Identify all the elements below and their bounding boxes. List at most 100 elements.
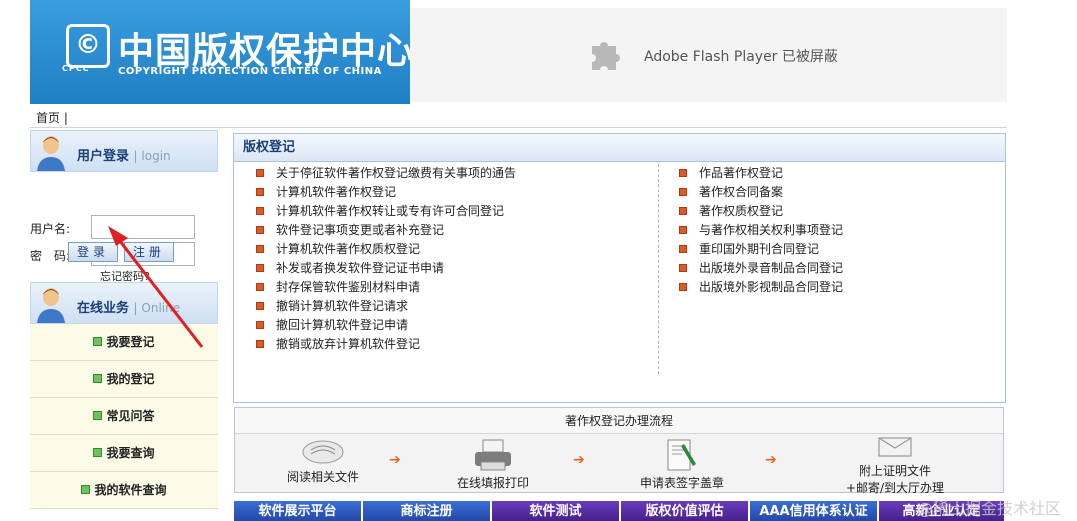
link-item[interactable]: 计算机软件著作权转让或专有许可合同登记 (256, 202, 656, 221)
red-bullet-icon (256, 187, 264, 196)
online-item-label: 我的登记 (106, 372, 155, 386)
link-item[interactable]: 撤销计算机软件登记请求 (256, 297, 656, 316)
online-item-faq[interactable]: 常见问答 (30, 398, 218, 435)
online-title-text: 在线业务 (77, 301, 130, 316)
red-bullet-icon (679, 168, 687, 177)
software-registration-links: 关于停征软件著作权登记缴费有关事项的通告 计算机软件著作权登记 计算机软件著作权… (256, 164, 656, 354)
link-label: 与著作权相关权利事项登记 (699, 223, 844, 237)
step-read-documents: 阅读相关文件 (273, 438, 373, 485)
red-bullet-icon (256, 168, 264, 177)
work-registration-links: 作品著作权登记 著作权合同备案 著作权质权登记 与著作权相关权利事项登记 重印国… (679, 164, 999, 297)
link-label: 著作权合同备案 (699, 185, 784, 199)
online-services-list: 我要登记 我的登记 常见问答 我要查询 我的软件查询 (30, 324, 218, 509)
link-item[interactable]: 著作权质权登记 (679, 202, 999, 221)
login-panel-header: 用户登录 | login (30, 130, 218, 172)
online-item-label: 我的软件查询 (94, 483, 167, 497)
link-item[interactable]: 补发或者换发软件登记证书申请 (256, 259, 656, 278)
link-item[interactable]: 关于停征软件著作权登记缴费有关事项的通告 (256, 164, 656, 183)
link-label: 重印国外期刊合同登记 (699, 242, 820, 256)
step-label: 附上证明文件 (858, 464, 931, 478)
process-title: 著作权登记办理流程 (235, 408, 1003, 434)
breadcrumb: 首页 | (30, 108, 1007, 128)
online-item-query[interactable]: 我要查询 (30, 435, 218, 472)
link-item[interactable]: 计算机软件著作权登记 (256, 183, 656, 202)
registration-process: 著作权登记办理流程 阅读相关文件 ➔ 在线填报打印 ➔ 申请表签字盖章 ➔ 附上… (234, 407, 1004, 496)
link-item[interactable]: 撤销或放弃计算机软件登记 (256, 335, 656, 354)
banner-copyright-valuation[interactable]: 版权价值评估 (621, 501, 748, 521)
login-button[interactable]: 登录 (68, 242, 119, 262)
username-input[interactable] (91, 215, 195, 239)
online-item-register[interactable]: 我要登记 (30, 324, 218, 361)
link-label: 计算机软件著作权登记 (276, 185, 397, 199)
red-bullet-icon (256, 225, 264, 234)
logo-abbrev: CPCC (62, 64, 90, 73)
online-item-software-query[interactable]: 我的软件查询 (30, 472, 218, 509)
link-item[interactable]: 软件登记事项变更或者补充登记 (256, 221, 656, 240)
link-item[interactable]: 封存保管软件鉴别材料申请 (256, 278, 656, 297)
link-label: 补发或者换发软件登记证书申请 (276, 261, 445, 275)
green-bullet-icon (93, 374, 103, 383)
arrow-right-icon: ➔ (765, 452, 777, 468)
link-item[interactable]: 出版境外录音制品合同登记 (679, 259, 999, 278)
red-bullet-icon (256, 320, 264, 329)
arrow-right-icon: ➔ (389, 452, 401, 468)
plugin-puzzle-icon (592, 42, 620, 70)
user-avatar-icon (37, 136, 65, 171)
online-panel-title: 在线业务 | Online (77, 297, 180, 316)
envelope-icon (878, 437, 912, 457)
red-bullet-icon (256, 301, 264, 310)
link-item[interactable]: 出版境外影视制品合同登记 (679, 278, 999, 297)
flash-placeholder[interactable]: Adobe Flash Player 已被屏蔽 (410, 8, 1007, 102)
breadcrumb-home-link[interactable]: 首页 (36, 111, 60, 125)
link-item[interactable]: 著作权合同备案 (679, 183, 999, 202)
user-avatar-icon (37, 288, 65, 323)
registration-title: 版权登记 (234, 134, 1005, 162)
link-label: 出版境外录音制品合同登记 (699, 261, 844, 275)
password-label: 密 码: (30, 249, 71, 263)
login-panel-title: 用户登录 | login (77, 145, 171, 164)
red-bullet-icon (256, 206, 264, 215)
copyright-icon: © (66, 24, 110, 68)
banner-aaa-credit[interactable]: AAA信用体系认证 (750, 501, 877, 521)
link-item[interactable]: 与著作权相关权利事项登记 (679, 221, 999, 240)
red-bullet-icon (256, 282, 264, 291)
online-item-my-registrations[interactable]: 我的登记 (30, 361, 218, 398)
link-label: 出版境外影视制品合同登记 (699, 280, 844, 294)
red-bullet-icon (679, 263, 687, 272)
link-label: 撤回计算机软件登记申请 (276, 318, 409, 332)
red-bullet-icon (679, 225, 687, 234)
link-item[interactable]: 重印国外期刊合同登记 (679, 240, 999, 259)
banner-software-showcase[interactable]: 软件展示平台 (234, 501, 361, 521)
red-bullet-icon (679, 244, 687, 253)
login-subtitle: | login (133, 149, 171, 163)
site-logo[interactable]: © CPCC 中国版权保护中心 COPYRIGHT PROTECTION CEN… (30, 0, 413, 104)
link-item[interactable]: 计算机软件著作权质权登记 (256, 240, 656, 259)
login-title-text: 用户登录 (77, 149, 130, 164)
documents-icon (302, 440, 344, 464)
link-item[interactable]: 作品著作权登记 (679, 164, 999, 183)
link-item[interactable]: 撤回计算机软件登记申请 (256, 316, 656, 335)
link-label: 关于停征软件著作权登记缴费有关事项的通告 (276, 166, 517, 180)
copyright-registration-box: 版权登记 关于停征软件著作权登记缴费有关事项的通告 计算机软件著作权登记 计算机… (233, 133, 1006, 403)
red-bullet-icon (679, 206, 687, 215)
red-bullet-icon (679, 187, 687, 196)
register-button[interactable]: 注册 (123, 242, 174, 262)
link-label: 撤销或放弃计算机软件登记 (276, 337, 421, 351)
step-attach-mail: 附上证明文件 +邮寄/到大厅办理 (835, 434, 955, 496)
banner-trademark[interactable]: 商标注册 (363, 501, 490, 521)
link-label: 计算机软件著作权质权登记 (276, 242, 421, 256)
banner-software-testing[interactable]: 软件测试 (492, 501, 619, 521)
green-bullet-icon (81, 485, 91, 494)
online-item-label: 我要查询 (106, 446, 155, 460)
red-bullet-icon (679, 282, 687, 291)
online-services-panel: 在线业务 | Online 我要登记 我的登记 常见问答 我要查询 我的软件查询 (30, 282, 218, 509)
printer-icon (475, 439, 511, 471)
step-fill-print: 在线填报打印 (443, 438, 543, 491)
sign-document-icon (667, 439, 696, 471)
service-banners: 软件展示平台 商标注册 软件测试 版权价值评估 AAA信用体系认证 高新企业认定 (234, 501, 1004, 521)
logo-title-en: COPYRIGHT PROTECTION CENTER OF CHINA (118, 66, 382, 77)
watermark: @稀土掘金技术社区 (916, 499, 1061, 518)
green-bullet-icon (93, 337, 103, 346)
online-subtitle: | Online (133, 301, 181, 315)
online-item-label: 常见问答 (106, 409, 155, 423)
